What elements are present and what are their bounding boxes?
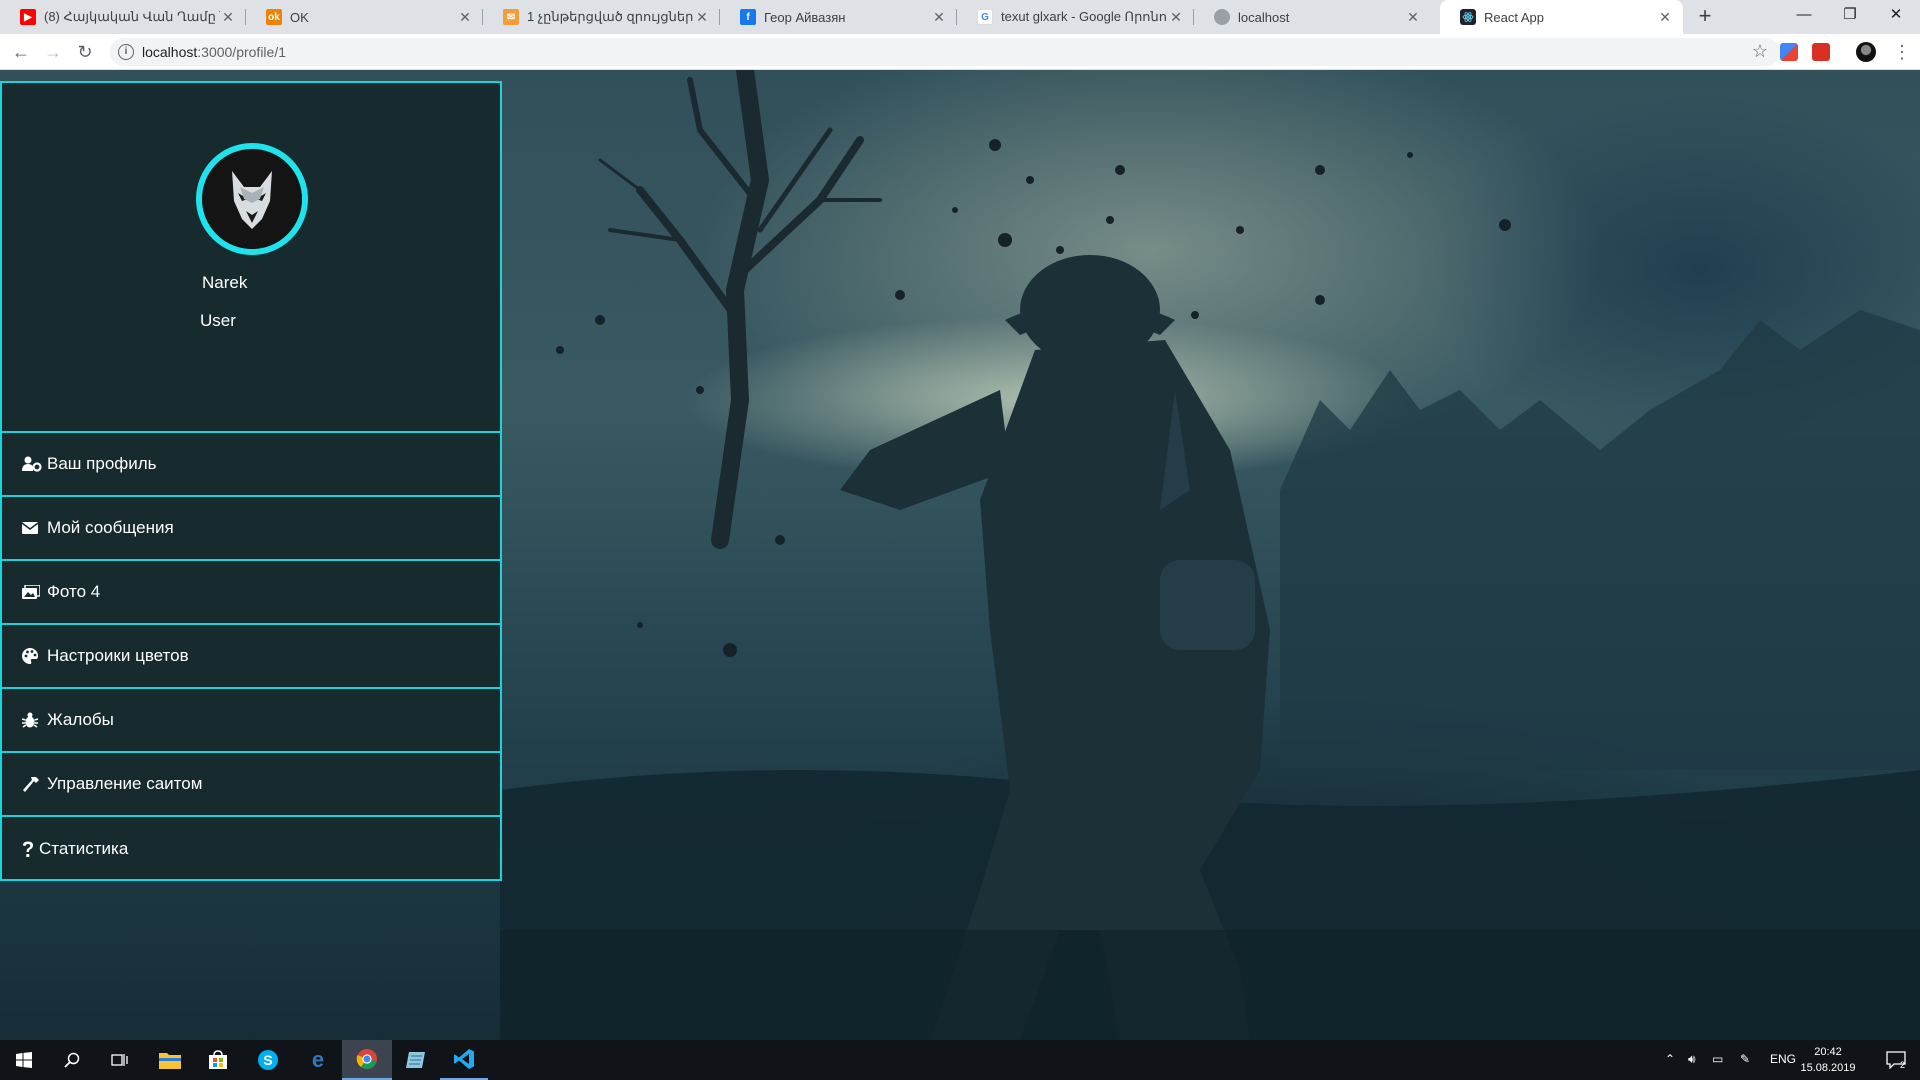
sidebar-menu: Ваш профиль Мой сообщения Фото 4 Настрои…: [2, 433, 500, 881]
extension-translate-icon[interactable]: [1780, 43, 1798, 61]
sidebar-item-colors[interactable]: Настроики цветов: [2, 625, 500, 689]
tab-youtube[interactable]: ▶ (8) Հայկական Վան Ղամը նկա ✕: [0, 0, 246, 34]
tray-chevron-icon[interactable]: ⌃: [1665, 1052, 1675, 1066]
close-icon[interactable]: ✕: [1405, 9, 1421, 26]
close-window-button[interactable]: ✕: [1873, 0, 1919, 34]
tab-facebook[interactable]: f Геор Айвазян ✕: [720, 0, 957, 34]
taskbar-clock[interactable]: 20:42 15.08.2019: [1798, 1044, 1858, 1076]
images-icon: [22, 581, 44, 603]
profile-card: Narek User: [2, 83, 500, 433]
tab-title: localhost: [1238, 9, 1290, 25]
hammer-icon: [22, 773, 44, 795]
mail-favicon: ✉: [503, 9, 519, 25]
task-view-icon[interactable]: [96, 1040, 144, 1080]
sidebar-item-label: Управление саитом: [47, 774, 203, 793]
close-icon[interactable]: ✕: [1168, 9, 1184, 26]
page-viewport: Narek User Ваш профиль Мой сообщения Фот…: [0, 70, 1920, 1040]
language-indicator[interactable]: ENG: [1770, 1052, 1796, 1066]
envelope-icon: [22, 517, 44, 539]
user-cog-icon: [22, 453, 44, 475]
tab-title: OK: [290, 9, 309, 25]
user-role: User: [200, 311, 236, 330]
new-tab-button[interactable]: +: [1693, 5, 1717, 29]
notifications-icon[interactable]: 2: [1872, 1040, 1920, 1080]
close-icon[interactable]: ✕: [931, 9, 947, 26]
youtube-favicon: ▶: [20, 9, 36, 25]
tab-title: React App: [1484, 9, 1544, 25]
network-icon[interactable]: ▭: [1712, 1052, 1723, 1066]
ok-favicon: ok: [266, 9, 282, 25]
sidebar-item-statistics[interactable]: Статистика: [2, 817, 500, 881]
back-arrow-icon[interactable]: ←: [9, 40, 33, 64]
sidebar-item-profile[interactable]: Ваш профиль: [2, 433, 500, 497]
tab-title: 1 չընթերցված զրույցներ: [527, 9, 694, 24]
tab-title: (8) Հայկական Վան Ղամը նկա: [44, 9, 220, 24]
tab-localhost[interactable]: localhost ✕: [1194, 0, 1431, 34]
clock-date: 15.08.2019: [1800, 1062, 1856, 1074]
file-explorer-icon[interactable]: [146, 1040, 194, 1080]
clock-time: 20:42: [1814, 1046, 1842, 1058]
notification-count: 2: [1900, 1060, 1906, 1070]
forward-arrow-icon[interactable]: →: [41, 40, 65, 64]
tab-mail[interactable]: ✉ 1 չընթերցված զրույցներ ✕: [483, 0, 720, 34]
bookmark-star-icon[interactable]: ☆: [1752, 41, 1768, 62]
tab-title: texut glxark - Google Որոնում: [1001, 9, 1168, 24]
sidebar-item-label: Ваш профиль: [47, 454, 157, 473]
restore-button[interactable]: ❐: [1827, 0, 1873, 34]
store-icon[interactable]: [194, 1040, 242, 1080]
url-path: :3000/profile/1: [197, 44, 286, 60]
reload-icon[interactable]: ↻: [73, 40, 97, 64]
user-name: Narek: [202, 273, 248, 292]
svg-text:S: S: [263, 1052, 272, 1068]
notepad-icon[interactable]: [392, 1040, 440, 1080]
react-favicon: [1460, 9, 1476, 25]
url-host: localhost: [142, 44, 198, 60]
windows-start-icon[interactable]: [0, 1040, 48, 1080]
profile-sidebar: Narek User Ваш профиль Мой сообщения Фот…: [0, 81, 502, 881]
sidebar-item-label: Настроики цветов: [47, 646, 189, 665]
globe-favicon: [1214, 9, 1230, 25]
tab-title: Геор Айвазян: [764, 9, 846, 25]
avatar[interactable]: [196, 143, 308, 255]
sidebar-item-messages[interactable]: Мой сообщения: [2, 497, 500, 561]
windows-taskbar: S e ⌃ 🔊︎ ▭ ✎ ENG 20:42 15.08.2019 2: [0, 1040, 1920, 1080]
palette-icon: [22, 645, 44, 667]
search-icon[interactable]: [48, 1040, 96, 1080]
chrome-icon[interactable]: [342, 1040, 392, 1080]
volume-icon[interactable]: 🔊︎: [1688, 1052, 1696, 1067]
pen-icon[interactable]: ✎: [1740, 1052, 1750, 1066]
edge-icon[interactable]: e: [294, 1040, 342, 1080]
sidebar-item-label: Жалобы: [47, 710, 114, 729]
menu-kebab-icon[interactable]: ⋮: [1893, 40, 1911, 64]
sidebar-item-label: Мой сообщения: [47, 518, 174, 537]
profile-avatar-icon[interactable]: [1856, 42, 1876, 62]
google-favicon: G: [977, 9, 993, 25]
svg-text:e: e: [312, 1049, 324, 1071]
sidebar-item-label: Фото 4: [47, 582, 101, 601]
info-icon[interactable]: i: [118, 44, 134, 60]
wolf-logo-icon: [202, 149, 302, 249]
minimize-button[interactable]: —: [1781, 0, 1827, 34]
bug-icon: [22, 709, 44, 731]
question-icon: [22, 838, 36, 860]
close-icon[interactable]: ✕: [694, 9, 710, 26]
extension-pdf-icon[interactable]: [1812, 43, 1830, 61]
close-icon[interactable]: ✕: [457, 9, 473, 26]
tab-ok[interactable]: ok OK ✕: [246, 0, 483, 34]
browser-toolbar: ← → ↻ i localhost:3000/profile/1 ☆ ⋮: [0, 34, 1920, 70]
sidebar-item-photos[interactable]: Фото 4: [2, 561, 500, 625]
tab-react-app[interactable]: React App ✕: [1440, 0, 1683, 34]
tab-strip: ▶ (8) Հայկական Վան Ղամը նկա ✕ ok OK ✕ ✉ …: [0, 0, 1920, 34]
close-icon[interactable]: ✕: [220, 9, 236, 26]
vscode-icon[interactable]: [440, 1040, 488, 1080]
sidebar-item-label: Статистика: [39, 839, 129, 858]
url-text[interactable]: localhost:3000/profile/1: [142, 44, 286, 60]
facebook-favicon: f: [740, 9, 756, 25]
skype-icon[interactable]: S: [244, 1040, 292, 1080]
sidebar-item-site-management[interactable]: Управление саитом: [2, 753, 500, 817]
sidebar-item-complaints[interactable]: Жалобы: [2, 689, 500, 753]
tab-google[interactable]: G texut glxark - Google Որոնում ✕: [957, 0, 1194, 34]
address-bar[interactable]: i localhost:3000/profile/1 ☆: [110, 38, 1780, 66]
close-icon[interactable]: ✕: [1657, 9, 1673, 26]
